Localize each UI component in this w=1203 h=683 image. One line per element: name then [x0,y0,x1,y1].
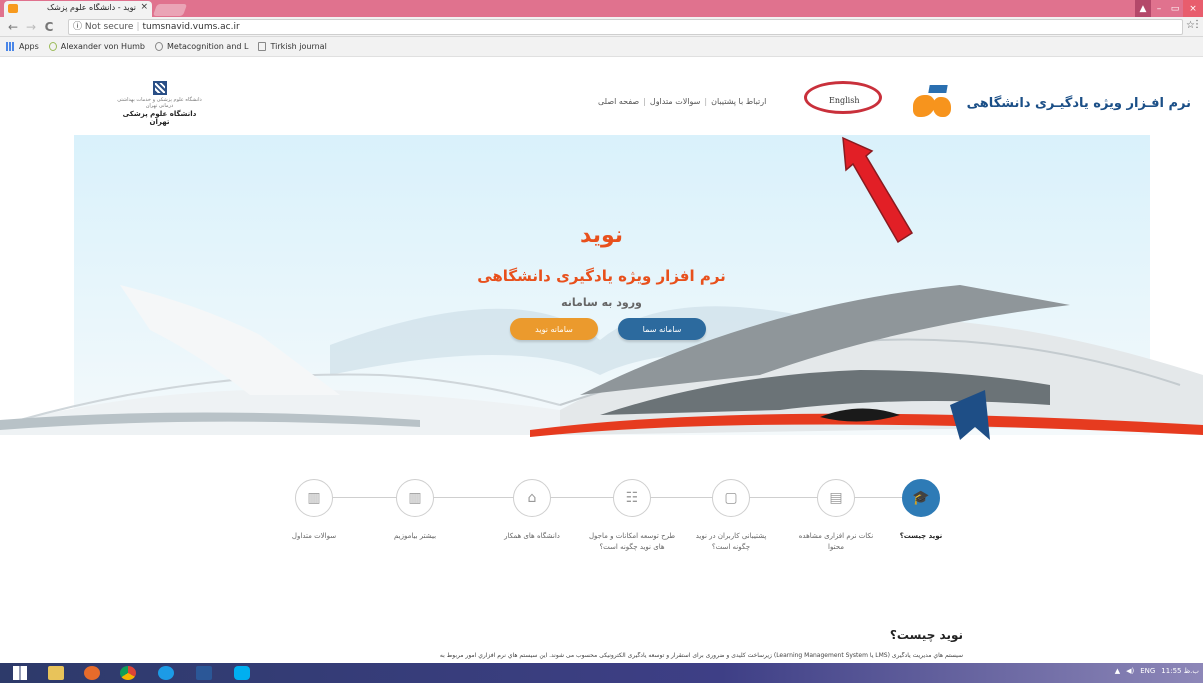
article-body: سیستم هاي مدیریت یادگیری (LMS یا Learnin… [439,652,963,659]
page-icon [258,42,267,51]
login-heading: ورود به سامانه [561,296,642,309]
minimize-button[interactable]: – [1151,0,1167,17]
nav-link-home[interactable]: صفحه اصلی [598,97,639,106]
address-bar[interactable]: ⓘ Not secure | tumsnavid.vums.ac.ir [68,19,1183,35]
step-label: دانشگاه های همکار [504,532,560,540]
university-emblem-icon [152,81,167,95]
step-user-support[interactable]: ▢ پشتیبانی کاربران در نوید چگونه است؟ [686,479,776,553]
step-software-tips[interactable]: ▤ نکات نرم افزاری مشاهده محتوا [791,479,881,553]
step-what-is-navid[interactable]: 🎓 نوید چیست؟ [876,479,966,542]
reload-button[interactable]: C [42,20,56,34]
language-indicator[interactable]: ENG [1140,667,1155,675]
browser-toolbar: ← → C ⓘ Not secure | tumsnavid.vums.ac.ir … [0,17,1203,37]
brand-text: نرم افـزار ویژه یادگیـری دانشگاهی [966,95,1191,111]
document-icon: ▤ [817,479,855,517]
step-label: سوالات متداول [291,532,337,540]
taskbar-explorer[interactable] [42,665,70,681]
security-label: Not secure [84,22,134,32]
taskbar-chrome[interactable] [114,665,142,681]
chrome-icon [120,666,136,680]
book-icon: ▥ [396,479,434,517]
url-text: tumsnavid.vums.ac.ir [142,22,240,32]
hero-title: نوید [579,223,624,248]
bookmark-item[interactable]: Metacognition and L [155,42,248,51]
bookmark-label: Alexander von Humb [60,42,146,51]
taskbar-ie[interactable] [152,665,180,681]
taskbar-firefox[interactable] [78,665,106,681]
brand[interactable]: نرم افـزار ویژه یادگیـری دانشگاهی [909,85,1191,121]
user-profile-button[interactable]: ▲ [1135,0,1151,17]
step-faq[interactable]: ▥ سوالات متداول [269,479,359,542]
firefox-icon [84,666,100,680]
bookmark-item[interactable]: Alexander von Humb [48,42,146,51]
globe-icon [155,42,164,51]
word-icon [196,666,212,680]
bookmark-label: Metacognition and L [167,42,249,51]
windows-logo-icon [13,666,27,680]
graduation-cap-icon: 🎓 [902,479,940,517]
close-window-button[interactable]: × [1183,0,1203,17]
top-nav: ارتباط با پشتیبان | سوالات متداول | صفحه… [598,97,767,106]
bookmark-label: Tirkish journal [270,42,327,51]
step-label: طرح توسعه امکانات و ماجول های نوید چگونه… [588,532,676,551]
article-title: نوید چیست؟ [889,628,963,642]
step-learn-more[interactable]: ▥ بیشتر بیاموزیم [370,479,460,542]
taskbar-skype[interactable] [228,665,256,681]
navid-login-button[interactable]: سامانه نوید [510,318,598,340]
hero-banner: نوید نرم افزار ویژه یادگیری دانشگاهی ورو… [0,135,1203,440]
tab-close-icon[interactable]: × [140,2,148,12]
browser-menu-icon[interactable]: ⋮ [1192,19,1202,30]
navid-logo-icon [909,85,959,121]
nav-link-contact[interactable]: ارتباط با پشتیبان [711,97,766,106]
step-partner-universities[interactable]: ⌂ دانشگاه های همکار [487,479,577,542]
devices-icon: ▢ [712,479,750,517]
clock[interactable]: 11:55 ب.ظ [1161,667,1199,675]
new-tab-button[interactable] [152,4,188,16]
step-label: پشتیبانی کاربران در نوید چگونه است؟ [695,532,767,551]
university-logo[interactable]: دانشگاه علوم پزشکی و خدمات بهداشتی درمان… [112,81,207,126]
sama-login-button[interactable]: سامانه سما [618,318,706,340]
bookmark-apps[interactable]: Apps [6,42,39,51]
user-icon: ▲ [1139,3,1147,14]
bookmark-item[interactable]: Tirkish journal [258,42,327,51]
back-button[interactable]: ← [6,20,20,34]
site-header: نرم افـزار ویژه یادگیـری دانشگاهی Englis… [0,57,1203,135]
bookmark-label: Apps [19,42,39,51]
leaf-icon [48,42,57,51]
step-development-plan[interactable]: ☷ طرح توسعه امکانات و ماجول های نوید چگو… [587,479,677,553]
apps-grid-icon [6,42,15,51]
folder-icon [48,666,64,680]
maximize-button[interactable]: ▭ [1167,0,1183,17]
browser-titlebar: نوید - دانشگاه علوم پزشک × ▲ – ▭ × [0,0,1203,17]
browser-tab[interactable]: نوید - دانشگاه علوم پزشک × [4,1,152,17]
tab-title: نوید - دانشگاه علوم پزشک [46,3,136,12]
hero-subtitle: نرم افزار ویژه یادگیری دانشگاهی [477,267,726,285]
internet-explorer-icon [158,666,174,680]
university-subtitle: دانشگاه علوم پزشکی و خدمات بهداشتی درمان… [117,97,202,109]
book-icon: ▥ [295,479,333,517]
open-book-illustration [0,285,1203,440]
start-button[interactable] [6,665,34,681]
step-label: بیشتر بیاموزیم [393,532,437,540]
step-label: نوید چیست؟ [899,532,943,540]
info-icon[interactable]: ⓘ [73,22,82,32]
taskbar-word[interactable] [190,665,218,681]
form-icon: ☷ [613,479,651,517]
university-name: دانشگاه علوم پزشکی تهران [122,110,197,126]
volume-icon[interactable]: ◀) [1126,667,1134,675]
network-icon: ⌂ [513,479,551,517]
site-favicon-icon [8,4,18,13]
english-link[interactable]: English [829,96,860,105]
bookmarks-bar: Apps Alexander von Humb Metacognition an… [0,37,1203,57]
nav-link-faq[interactable]: سوالات متداول [650,97,701,106]
windows-taskbar: ▲ ◀) ENG 11:55 ب.ظ [0,663,1203,683]
skype-icon [234,666,250,680]
step-label: نکات نرم افزاری مشاهده محتوا [798,532,874,551]
forward-button[interactable]: → [24,20,38,34]
network-icon[interactable]: ▲ [1115,667,1120,675]
system-tray: ▲ ◀) ENG 11:55 ب.ظ [1115,667,1199,675]
